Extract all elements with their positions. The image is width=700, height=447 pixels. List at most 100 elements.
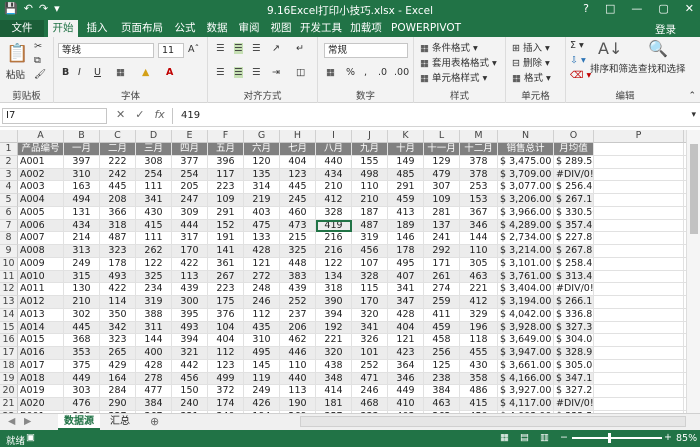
table-cell[interactable]: 107	[352, 257, 388, 271]
table-cell[interactable]: 318	[316, 283, 352, 296]
table-cell[interactable]: 241	[424, 232, 460, 245]
column-header[interactable]: F	[208, 130, 244, 143]
table-cell[interactable]: $ 347.17	[554, 372, 594, 386]
table-cell[interactable]: 361	[208, 257, 244, 271]
close-icon[interactable]: ✕	[685, 2, 694, 15]
header-cell[interactable]: 八月	[316, 143, 352, 156]
table-cell[interactable]: A001	[18, 155, 64, 169]
table-cell[interactable]: A013	[18, 308, 64, 322]
table-cell[interactable]: $ 313.42	[554, 270, 594, 284]
empty-cell[interactable]	[594, 257, 684, 271]
row-header[interactable]: 3	[0, 168, 18, 182]
column-header[interactable]: N	[498, 130, 554, 143]
table-cell[interactable]: 419	[316, 219, 352, 233]
percent-icon[interactable]: %	[346, 67, 355, 78]
table-cell[interactable]: 347	[388, 296, 424, 309]
table-cell[interactable]: 256	[424, 347, 460, 360]
tab-page-layout[interactable]: 页面布局	[116, 20, 168, 37]
table-cell[interactable]: 253	[460, 181, 498, 194]
table-cell[interactable]: 215	[280, 232, 316, 245]
table-cell[interactable]: 310	[64, 168, 100, 182]
table-cell[interactable]: 413	[388, 206, 424, 220]
header-cell[interactable]: 四月	[172, 143, 208, 156]
table-cell[interactable]: 439	[172, 283, 208, 296]
tab-view[interactable]: 视图	[266, 20, 296, 37]
indent-icon[interactable]: ⇥	[272, 67, 280, 78]
table-cell[interactable]: 475	[244, 219, 280, 233]
tab-home[interactable]: 开始	[48, 20, 78, 37]
table-cell[interactable]: 468	[352, 398, 388, 411]
table-cell[interactable]: 400	[136, 347, 172, 360]
format-cells-button[interactable]: ▦ 格式 ▾	[512, 70, 551, 84]
table-cell[interactable]: 242	[100, 168, 136, 182]
empty-cell[interactable]	[594, 347, 684, 360]
table-cell[interactable]: 384	[136, 398, 172, 411]
table-cell[interactable]: 223	[208, 283, 244, 296]
table-cell[interactable]: $ 328.92	[554, 347, 594, 360]
table-cell[interactable]: 487	[100, 232, 136, 245]
table-cell[interactable]: 350	[100, 308, 136, 322]
header-cell[interactable]: 十一月	[424, 143, 460, 156]
decrease-decimal-icon[interactable]: .00	[394, 67, 409, 78]
row-header[interactable]: 18	[0, 359, 18, 373]
table-cell[interactable]: A004	[18, 194, 64, 207]
next-sheet-icon[interactable]: ▶	[24, 416, 31, 427]
table-cell[interactable]: A005	[18, 206, 64, 220]
align-left-icon[interactable]: ☰	[216, 67, 225, 78]
table-cell[interactable]: 112	[244, 308, 280, 322]
table-cell[interactable]: 487	[352, 219, 388, 233]
table-cell[interactable]: 341	[136, 194, 172, 207]
table-cell[interactable]: 383	[280, 270, 316, 284]
insert-function-icon[interactable]: fx	[154, 108, 164, 121]
table-cell[interactable]: 440	[280, 372, 316, 386]
table-cell[interactable]: 101	[352, 347, 388, 360]
table-cell[interactable]: 191	[208, 232, 244, 245]
table-cell[interactable]: 252	[352, 359, 388, 373]
delete-cells-button[interactable]: ⊟ 删除 ▾	[512, 55, 550, 69]
table-cell[interactable]: 206	[280, 321, 316, 335]
table-cell[interactable]: 190	[280, 398, 316, 411]
empty-cell[interactable]	[594, 283, 684, 296]
table-cell[interactable]: A016	[18, 347, 64, 360]
table-cell[interactable]: $ 4,042.00	[498, 308, 554, 322]
column-header[interactable]: O	[554, 130, 594, 143]
table-cell[interactable]: 272	[244, 270, 280, 284]
table-cell[interactable]: 493	[172, 321, 208, 335]
table-cell[interactable]: 110	[352, 181, 388, 194]
header-cell[interactable]: 十二月	[460, 143, 498, 156]
table-cell[interactable]: 329	[460, 308, 498, 322]
table-cell[interactable]: 261	[424, 270, 460, 284]
table-cell[interactable]: 404	[208, 334, 244, 347]
tab-file[interactable]: 文件	[0, 20, 44, 37]
table-cell[interactable]: $ 327.25	[554, 385, 594, 398]
select-all-corner[interactable]	[0, 130, 18, 143]
table-cell[interactable]: 446	[280, 347, 316, 360]
table-cell[interactable]: A008	[18, 245, 64, 258]
table-cell[interactable]: 321	[172, 347, 208, 360]
table-cell[interactable]: 415	[460, 398, 498, 411]
table-cell[interactable]: 404	[388, 321, 424, 335]
table-cell[interactable]: $ 305.08	[554, 359, 594, 373]
zoom-out-icon[interactable]: −	[560, 432, 568, 443]
empty-cell[interactable]	[594, 296, 684, 309]
empty-cell[interactable]	[594, 270, 684, 284]
sort-filter-button[interactable]: 排序和筛选	[590, 61, 638, 75]
table-cell[interactable]: 247	[172, 194, 208, 207]
table-cell[interactable]: $ 3,966.00	[498, 206, 554, 220]
table-cell[interactable]: $ 4,117.00	[498, 398, 554, 411]
column-header[interactable]: C	[100, 130, 136, 143]
table-cell[interactable]: 150	[172, 385, 208, 398]
row-header[interactable]: 20	[0, 385, 18, 398]
table-cell[interactable]: 459	[388, 194, 424, 207]
column-header[interactable]: B	[64, 130, 100, 143]
table-cell[interactable]: 390	[316, 296, 352, 309]
table-cell[interactable]: 479	[424, 168, 460, 182]
table-cell[interactable]: 396	[208, 155, 244, 169]
cut-icon[interactable]: ✂	[34, 41, 42, 52]
table-cell[interactable]: 278	[136, 372, 172, 386]
find-select-icon[interactable]: 🔍	[648, 39, 668, 58]
row-header[interactable]: 8	[0, 232, 18, 245]
table-cell[interactable]: 397	[64, 155, 100, 169]
table-cell[interactable]: 320	[316, 347, 352, 360]
table-cell[interactable]: 319	[136, 296, 172, 309]
